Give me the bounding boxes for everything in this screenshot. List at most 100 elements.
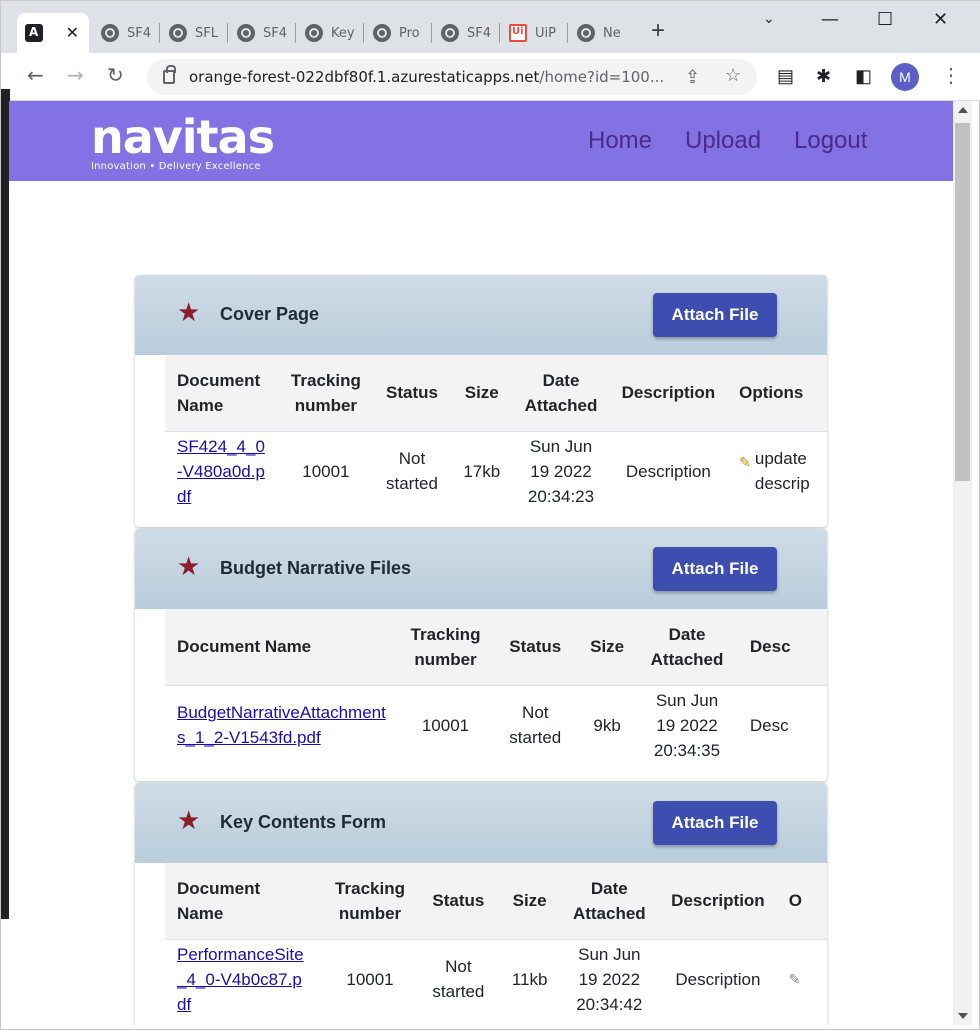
minimize-button[interactable]: — [821,9,839,30]
globe-icon [373,24,391,42]
maximize-button[interactable]: ☐ [877,9,893,30]
browser-toolbar: ← → ↻ orange-forest-022dbf80f.1.azuresta… [1,53,980,101]
address-bar[interactable]: orange-forest-022dbf80f.1.azurestaticapp… [147,59,757,95]
close-tab-icon[interactable]: ✕ [66,23,79,42]
share-icon[interactable]: ⇪ [685,67,700,88]
tab-sfl[interactable]: SFL [161,13,227,53]
tab-uip[interactable]: UiP [501,13,567,53]
tab-label: Ne [603,25,621,41]
update-description-action[interactable]: ✎ update descrip [739,446,815,496]
browser-window: ✕ SF4 SFL SF4 Key Pro SF4 [0,0,980,1030]
pencil-icon: ✎ [739,454,751,471]
col-options: O [776,863,827,939]
col-tracking-number: Tracking number [323,863,417,939]
menu-icon[interactable]: ⋮ [941,63,961,88]
section-header: ★ Cover Page Attach File [135,275,827,355]
description-cell: Description [609,430,728,511]
back-icon[interactable]: ← [27,63,44,87]
tab-strip: ✕ SF4 SFL SF4 Key Pro SF4 [1,1,980,53]
tab-label: SFL [195,25,218,41]
tab-pro[interactable]: Pro [365,13,431,53]
document-link[interactable]: BudgetNarrativeAttachments_1_2-V1543fd.p… [177,703,386,747]
section-title: Budget Narrative Files [220,558,412,578]
scroll-up-arrow-icon[interactable] [958,107,968,113]
date-cell: Sun Jun 19 2022 20:34:42 [559,938,660,1019]
nav-logout[interactable]: Logout [794,127,867,155]
page-scrollbar[interactable] [953,101,972,1025]
tab-label: Pro [399,25,420,41]
col-description: Description [659,863,777,939]
nav-upload[interactable]: Upload [685,127,761,155]
section-cover-page: ★ Cover Page Attach File Document Name T… [135,275,827,527]
profile-avatar[interactable]: M [891,63,919,91]
bookmark-star-icon[interactable]: ☆ [725,65,741,86]
globe-icon [305,24,323,42]
tab-ne[interactable]: Ne [569,13,635,53]
table-row: BudgetNarrativeAttachments_1_2-V1543fd.p… [165,684,827,765]
pdf-extension-icon[interactable]: ▤ [777,66,794,87]
reload-icon[interactable]: ↻ [107,63,124,87]
col-document-name: Document Name [165,355,279,431]
extensions-icon[interactable]: ✱ [816,66,831,87]
section-title: Cover Page [220,304,320,324]
col-tracking-number: Tracking number [398,609,493,685]
documents-table: Document Name Tracking number Status Siz… [165,609,827,765]
col-size: Size [578,609,637,685]
options-cell: ✎ update descrip [727,430,827,511]
date-cell: Sun Jun 19 2022 20:34:35 [636,684,738,765]
size-cell: 9kb [578,684,637,765]
table-header-row: Document Name Tracking number Status Siz… [165,355,827,431]
url-path: /home?id=100... [539,68,665,86]
side-panel-icon[interactable]: ◧ [855,66,872,87]
pencil-icon[interactable]: ✎ [789,971,801,987]
col-size: Size [451,355,513,431]
col-status: Status [492,609,579,685]
chrome-icon [577,24,595,42]
scrollbar-thumb[interactable] [955,123,970,481]
lock-icon [163,65,176,84]
col-status: Status [372,355,452,431]
tab-active[interactable]: ✕ [17,13,89,53]
col-document-name: Document Name [165,863,324,939]
attach-file-button[interactable]: Attach File [653,547,777,591]
tab-label: SF4 [467,25,492,41]
tab-sf4-1[interactable]: SF4 [93,13,159,53]
documents-table: Document Name Tracking number Status Siz… [165,863,827,1019]
attach-file-button[interactable]: Attach File [653,801,777,845]
col-tracking-number: Tracking number [278,355,373,431]
documents-table: Document Name Tracking number Status Siz… [165,355,827,511]
nav-home[interactable]: Home [588,127,652,155]
col-status: Status [416,863,500,939]
section-key-contents-form: ★ Key Contents Form Attach File Document… [135,783,827,1025]
section-header: ★ Budget Narrative Files Attach File [135,529,827,609]
tab-sf4-3[interactable]: SF4 [433,13,499,53]
logo-text: navitas [91,110,275,164]
close-window-button[interactable]: ✕ [933,9,948,30]
options-cell: ✎ [776,938,827,1019]
col-description: Description [609,355,728,431]
update-description-label: update descrip [754,449,810,494]
navitas-logo[interactable]: navitas Innovation • Delivery Excellence [91,110,291,175]
status-cell: Not started [492,684,579,765]
scroll-down-arrow-icon[interactable] [958,1013,968,1019]
document-link[interactable]: PerformanceSite_4_0-V4b0c87.pdf [177,945,304,1014]
col-size: Size [499,863,560,939]
tracking-cell: 10001 [278,430,373,511]
col-date-attached: Date Attached [559,863,660,939]
new-tab-button[interactable]: + [651,19,665,43]
attach-file-button[interactable]: Attach File [653,293,777,337]
col-document-name: Document Name [165,609,399,685]
col-description: Desc [737,609,827,685]
col-date-attached: Date Attached [636,609,738,685]
globe-icon [101,24,119,42]
tab-sf4-2[interactable]: SF4 [229,13,295,53]
tab-label: SF4 [127,25,152,41]
forward-icon[interactable]: → [67,63,84,87]
tab-key[interactable]: Key [297,13,363,53]
url-host: orange-forest-022dbf80f.1.azurestaticapp… [189,68,540,86]
document-link[interactable]: SF424_4_0-V480a0d.pdf [177,437,265,506]
col-date-attached: Date Attached [512,355,610,431]
globe-icon [169,24,187,42]
tab-search-icon[interactable]: ⌄ [763,11,775,27]
site-header: navitas Innovation • Delivery Excellence… [9,101,953,181]
